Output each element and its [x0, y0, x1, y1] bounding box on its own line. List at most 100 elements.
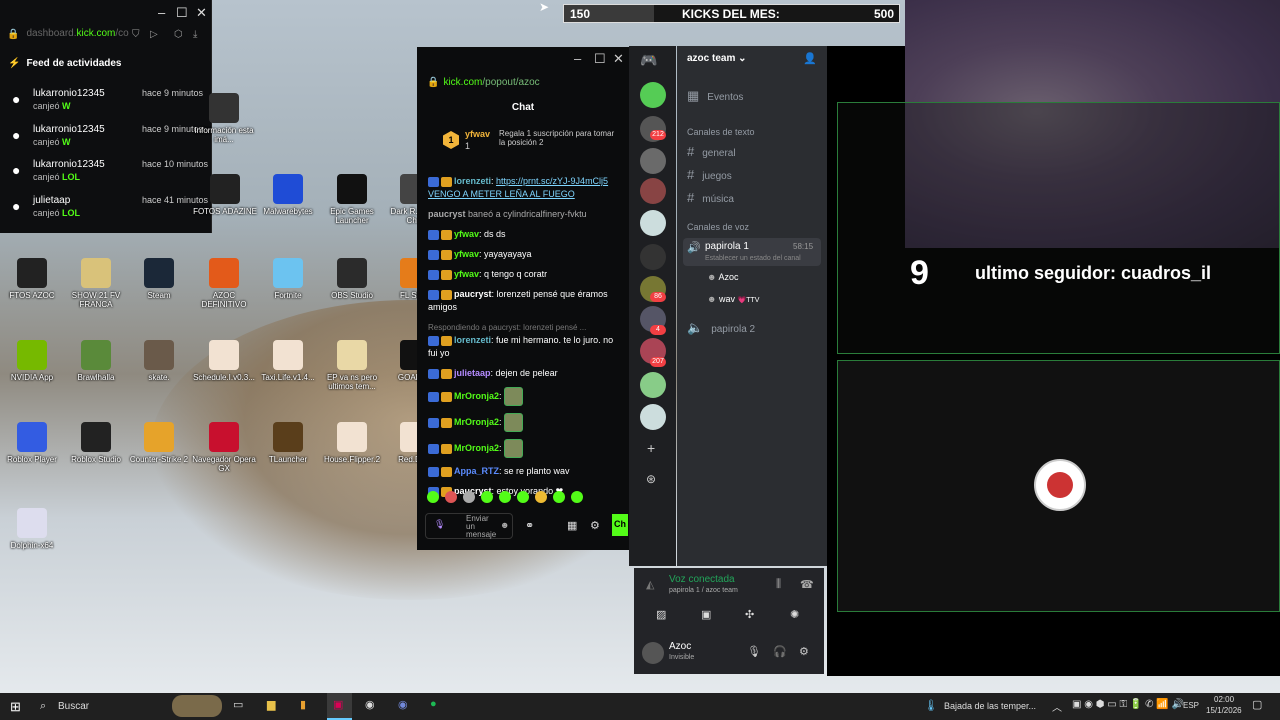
- chat-username[interactable]: MrOronja2: [454, 417, 499, 427]
- text-channels-group[interactable]: Canales de texto: [687, 127, 755, 137]
- chat-username[interactable]: yfwav: [454, 269, 479, 279]
- server-icon[interactable]: [640, 210, 666, 236]
- chat-username[interactable]: yfwav: [454, 229, 479, 239]
- server-icon[interactable]: [640, 82, 666, 108]
- feed-item[interactable]: ● julietaap canjeó LOL hace 41 minutos: [0, 192, 212, 226]
- desktop-icon[interactable]: Roblox Player: [0, 422, 64, 464]
- obs-icon[interactable]: ◉: [365, 698, 375, 711]
- search-highlight[interactable]: [172, 695, 222, 717]
- feed-item[interactable]: ● lukarronio12345 canjeó Whace 9 minutos: [0, 85, 212, 119]
- server-icon[interactable]: [640, 372, 666, 398]
- chat-username[interactable]: lorenzeti: [454, 176, 491, 186]
- desktop-icon[interactable]: Schedule.I.v0.3...: [192, 340, 256, 382]
- mic-icon[interactable]: 🎙: [747, 645, 761, 658]
- shield-icon[interactable]: ⛉: [132, 29, 140, 40]
- emote-bar[interactable]: [427, 491, 623, 505]
- chat-username[interactable]: paucryst: [454, 289, 492, 299]
- tray-icons[interactable]: ▣ ◉ ⬢ ▭ ⚿ 🔋 ✆ 📶 🔊: [1072, 699, 1184, 710]
- desktop-icon[interactable]: Información esta imá...: [192, 93, 256, 144]
- notifications-icon[interactable]: ▢: [1252, 698, 1262, 711]
- address-bar[interactable]: 🔒 dashboard.kick.com/co ⛉ ▷ ⬡ ⤓: [0, 28, 212, 46]
- server-icon[interactable]: [640, 178, 666, 204]
- play-icon[interactable]: ▷: [150, 29, 158, 40]
- emoji-icon[interactable]: ☻: [500, 520, 509, 530]
- avatar[interactable]: [642, 642, 664, 664]
- desktop-icon[interactable]: Dolphin-x64: [0, 508, 64, 550]
- feed-item[interactable]: ● lukarronio12345 canjeó LOL hace 10 minuto…: [0, 156, 212, 190]
- voice-channel-active[interactable]: 🔊 papirola 1 58:15 Establecer un estado …: [683, 238, 821, 266]
- discord-taskbar-icon[interactable]: ◉: [398, 698, 408, 711]
- desktop-icon[interactable]: FOTOS ADAZINE: [193, 174, 257, 216]
- chat-username[interactable]: lorenzeti: [454, 335, 491, 345]
- store-icon[interactable]: ▦: [567, 519, 577, 532]
- voice-channels-group[interactable]: Canales de voz: [687, 222, 749, 232]
- desktop-icon[interactable]: Taxi.Life.v1.4...: [256, 340, 320, 382]
- chat-username[interactable]: Appa_RTZ: [454, 466, 499, 476]
- server-icon[interactable]: [640, 244, 666, 270]
- gear-icon[interactable]: ⚙: [799, 645, 809, 658]
- video-tile-azoc[interactable]: [837, 360, 1280, 612]
- explore-icon[interactable]: ⊛: [646, 472, 656, 486]
- clock-date[interactable]: 15/1/2026: [1206, 706, 1242, 715]
- voice-user-azoc[interactable]: ☻ Azoc: [707, 272, 739, 282]
- mic-icon[interactable]: 🎙: [434, 519, 445, 530]
- settings-more-icon[interactable]: ⚭: [525, 519, 534, 532]
- server-name[interactable]: azoc team ⌄: [687, 53, 747, 64]
- desktop-icon[interactable]: OBS Studio: [320, 258, 384, 300]
- disconnect-icon[interactable]: ☎: [800, 578, 814, 591]
- server-icon[interactable]: [640, 404, 666, 430]
- channel-musica[interactable]: # música: [687, 190, 734, 205]
- channel-juegos[interactable]: # juegos: [687, 167, 732, 182]
- chat-username[interactable]: yfwav: [454, 249, 479, 259]
- gear-icon[interactable]: ⚙: [590, 519, 600, 532]
- minimize-icon[interactable]: –: [574, 51, 581, 66]
- desktop-icon[interactable]: TLauncher: [256, 422, 320, 464]
- desktop-icon[interactable]: EP va ns pero ultimos tem...: [320, 340, 384, 391]
- desktop-icon[interactable]: Fortnite: [256, 258, 320, 300]
- desktop-icon[interactable]: NVIDIA App: [0, 340, 64, 382]
- language-indicator[interactable]: ESP: [1183, 701, 1199, 710]
- desktop-icon[interactable]: Epic Games Launcher: [320, 174, 384, 225]
- tray-chevron-icon[interactable]: ︿: [1052, 699, 1062, 714]
- weather-text[interactable]: Bajada de las temper...: [944, 701, 1036, 711]
- desktop-icon[interactable]: skate.: [127, 340, 191, 382]
- invite-icon[interactable]: 👤: [803, 52, 817, 65]
- close-icon[interactable]: ✕: [196, 5, 207, 21]
- close-icon[interactable]: ✕: [613, 51, 624, 67]
- soundboard-icon[interactable]: ✺: [790, 608, 799, 621]
- gift-leaderboard[interactable]: 1 yfwav 1 Regala 1 suscripción para toma…: [425, 125, 621, 159]
- server-icon[interactable]: [640, 148, 666, 174]
- desktop-icon[interactable]: SHOW 21 FV FRANCA: [64, 258, 128, 309]
- events-item[interactable]: ▦ Eventos: [687, 88, 743, 104]
- send-chat-button[interactable]: Ch: [612, 514, 628, 536]
- chat-input[interactable]: 🎙 Enviar un mensaje ☻: [425, 513, 513, 539]
- activities-icon[interactable]: ✣: [745, 608, 754, 621]
- chat-username[interactable]: MrOronja2: [454, 443, 499, 453]
- noise-icon[interactable]: ⫼: [776, 578, 781, 591]
- app-icon[interactable]: ▮: [300, 698, 306, 711]
- screen-share-icon[interactable]: ▣: [701, 608, 711, 621]
- desktop-icon[interactable]: Steam: [127, 258, 191, 300]
- clock-time[interactable]: 02:00: [1214, 695, 1234, 704]
- voice-user-wav[interactable]: ☻ wav 💗TTV: [707, 294, 759, 304]
- desktop-icon[interactable]: House.Flipper.2: [320, 422, 384, 464]
- video-tile-wav[interactable]: [837, 102, 1280, 354]
- desktop-icon[interactable]: Navegador Opera GX: [192, 422, 256, 473]
- windows-start-icon[interactable]: ⊞: [10, 699, 21, 715]
- add-server-icon[interactable]: +: [647, 440, 655, 456]
- desktop-icon[interactable]: Roblox Studio: [64, 422, 128, 464]
- taskbar-search[interactable]: Buscar: [58, 701, 89, 712]
- spotify-icon[interactable]: ●: [430, 698, 437, 710]
- desktop-icon[interactable]: Malwarebytes: [256, 174, 320, 216]
- chat-username[interactable]: MrOronja2: [454, 391, 499, 401]
- task-view-icon[interactable]: ▭: [233, 698, 243, 711]
- headphones-icon[interactable]: 🎧: [773, 645, 787, 658]
- voice-channel-2[interactable]: 🔈 papirola 2: [687, 320, 755, 336]
- desktop-icon[interactable]: AZOC DEFINITIVO: [192, 258, 256, 309]
- maximize-icon[interactable]: ☐: [176, 5, 188, 21]
- desktop-icon[interactable]: Brawlhalla: [64, 340, 128, 382]
- extension-icon[interactable]: ⬡: [174, 29, 183, 40]
- minimize-icon[interactable]: –: [158, 5, 165, 20]
- desktop-icon[interactable]: FTOS AZOC: [0, 258, 64, 300]
- chat-username[interactable]: julietaap: [454, 368, 491, 378]
